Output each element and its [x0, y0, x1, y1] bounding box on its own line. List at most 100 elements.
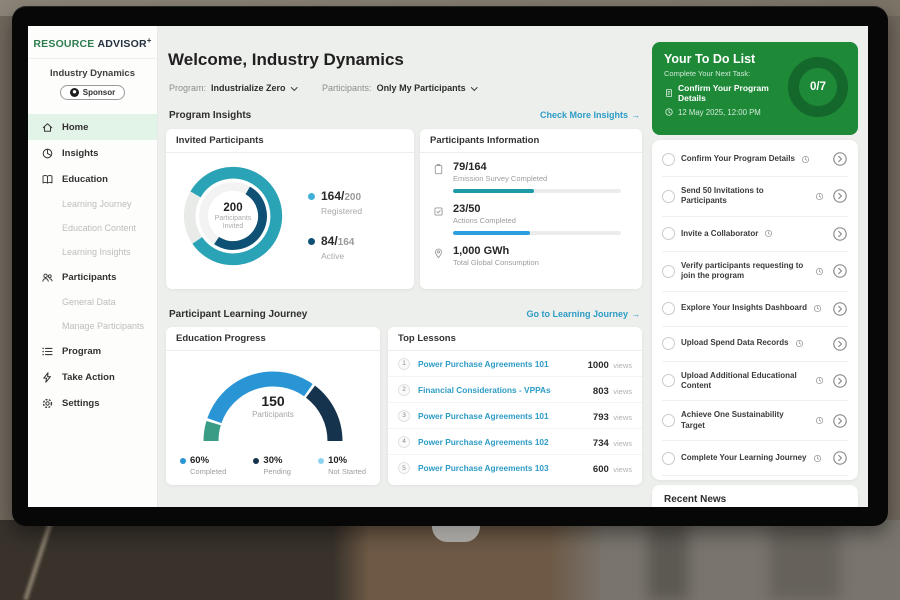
- task-chevron-button[interactable]: [832, 263, 848, 279]
- todo-next-task[interactable]: Confirm Your Program Details: [664, 83, 786, 103]
- task-checkbox[interactable]: [662, 190, 675, 203]
- clock-icon: [764, 229, 773, 238]
- task-chevron-button[interactable]: [832, 450, 848, 466]
- recent-news-title: Recent News: [664, 494, 726, 505]
- lesson-row: 5 Power Purchase Agreements 103 600 view…: [388, 455, 642, 481]
- todo-task-row[interactable]: Achieve One Sustainability Target: [662, 401, 848, 441]
- todo-task-row[interactable]: Explore Your Insights Dashboard: [662, 292, 848, 327]
- sidebar-item[interactable]: General Data: [28, 290, 157, 314]
- lesson-link[interactable]: Power Purchase Agreements 103: [418, 463, 593, 473]
- sidebar-item-label: Program: [62, 346, 101, 357]
- gauge-center-label: 150 Participants: [188, 393, 358, 419]
- sidebar-item[interactable]: Home: [28, 114, 157, 140]
- participants-information-card: Participants Information 79/164 Emission…: [420, 129, 642, 289]
- clock-icon: [813, 304, 822, 313]
- clock-icon: [815, 267, 824, 276]
- todo-progress-ring: 0/7: [788, 57, 848, 117]
- progress-bar: [453, 231, 621, 235]
- todo-task-row[interactable]: Complete Your Learning Journey: [662, 441, 848, 476]
- participants-dropdown[interactable]: Only My Participants: [377, 83, 477, 93]
- filter-bar: Program: Industrialize Zero Participants…: [169, 83, 476, 93]
- clock-icon: [664, 107, 674, 117]
- sidebar-item[interactable]: Manage Participants: [28, 314, 157, 338]
- arrow-right-icon: →: [631, 110, 640, 120]
- task-chevron-button[interactable]: [832, 301, 848, 317]
- organization-name: Industry Dynamics: [28, 68, 157, 79]
- lesson-row: 4 Power Purchase Agreements 102 734 view…: [388, 429, 642, 455]
- legend-dot: [308, 193, 315, 200]
- sidebar-item[interactable]: Program: [28, 338, 157, 364]
- donut-legend: 164/200 Registered 84/164 Active: [308, 187, 362, 261]
- sidebar-item[interactable]: Insights: [28, 140, 157, 166]
- todo-task-row[interactable]: Confirm Your Program Details: [662, 142, 848, 177]
- actions-icon: [432, 205, 445, 218]
- task-checkbox[interactable]: [662, 153, 675, 166]
- task-label: Invite a Collaborator: [681, 229, 758, 239]
- collapse-tasks-link[interactable]: Collapse Tasks: [662, 476, 848, 480]
- todo-task-row[interactable]: Verify participants requesting to join t…: [662, 252, 848, 292]
- task-chevron-button[interactable]: [832, 373, 848, 389]
- task-checkbox[interactable]: [662, 302, 675, 315]
- lesson-link[interactable]: Power Purchase Agreements 101: [418, 359, 588, 369]
- invited-donut-chart: 200 Participants Invited: [174, 157, 292, 275]
- task-chevron-button[interactable]: [832, 188, 848, 204]
- settings-icon: [41, 397, 54, 410]
- check-more-insights-link[interactable]: Check More Insights→: [540, 110, 640, 120]
- go-to-learning-journey-link[interactable]: Go to Learning Journey→: [526, 309, 640, 319]
- task-chevron-button[interactable]: [832, 226, 848, 242]
- logo-advisor: ADVISOR: [97, 38, 146, 50]
- program-dropdown[interactable]: Industrialize Zero: [211, 83, 296, 93]
- sidebar-item[interactable]: Take Action: [28, 364, 157, 390]
- todo-task-row[interactable]: Upload Spend Data Records: [662, 327, 848, 362]
- task-label: Complete Your Learning Journey: [681, 453, 807, 463]
- legend-dot: [318, 458, 324, 464]
- task-checkbox[interactable]: [662, 337, 675, 350]
- chevron-down-icon: [471, 84, 477, 90]
- sponsor-icon: [70, 88, 79, 97]
- lesson-link[interactable]: Financial Considerations - VPPAs: [418, 385, 593, 395]
- sidebar-item-label: Participants: [62, 272, 116, 283]
- task-checkbox[interactable]: [662, 265, 675, 278]
- lessons-card-title: Top Lessons: [388, 327, 642, 351]
- task-chevron-button[interactable]: [832, 151, 848, 167]
- invited-participants-card: Invited Participants 200 Participants In…: [166, 129, 414, 289]
- sidebar-item[interactable]: Education Content: [28, 216, 157, 240]
- lesson-link[interactable]: Power Purchase Agreements 102: [418, 437, 593, 447]
- sidebar-item[interactable]: Participants: [28, 264, 157, 290]
- sidebar-item[interactable]: Settings: [28, 390, 157, 416]
- info-stat-row: 79/164 Emission Survey Completed: [432, 161, 630, 193]
- lesson-rank-badge: 1: [398, 358, 410, 370]
- task-label: Confirm Your Program Details: [681, 154, 795, 164]
- sponsor-badge: Sponsor: [60, 85, 125, 100]
- todo-task-row[interactable]: Upload Additional Educational Content: [662, 362, 848, 402]
- todo-task-row[interactable]: Send 50 Invitations to Participants: [662, 177, 848, 217]
- sidebar-item[interactable]: Learning Insights: [28, 240, 157, 264]
- survey-icon: [432, 163, 445, 176]
- task-checkbox[interactable]: [662, 374, 675, 387]
- lessons-list: 1 Power Purchase Agreements 101 1000 vie…: [388, 351, 642, 481]
- task-label: Explore Your Insights Dashboard: [681, 303, 807, 313]
- task-checkbox[interactable]: [662, 414, 675, 427]
- program-icon: [41, 345, 54, 358]
- sidebar-item-label: Take Action: [62, 372, 115, 383]
- participants-filter-label: Participants:: [322, 83, 372, 93]
- task-chevron-button[interactable]: [832, 413, 848, 429]
- todo-tasks-list: Confirm Your Program Details Send 50 Inv…: [662, 142, 848, 476]
- learning-journey-section-title: Participant Learning Journey: [169, 309, 307, 320]
- task-checkbox[interactable]: [662, 227, 675, 240]
- program-insights-section-title: Program Insights: [169, 110, 251, 121]
- top-lessons-card: Top Lessons 1 Power Purchase Agreements …: [388, 327, 642, 485]
- education-legend: 60% Completed 30% Pending 10% Not Starte…: [166, 455, 380, 476]
- participants-filter: Participants: Only My Participants: [322, 83, 476, 93]
- task-label: Upload Additional Educational Content: [681, 371, 809, 392]
- sidebar-item[interactable]: Education: [28, 166, 157, 192]
- arrow-right-icon: →: [631, 309, 640, 319]
- progress-bar: [453, 189, 621, 193]
- task-label: Achieve One Sustainability Target: [681, 410, 809, 431]
- task-chevron-button[interactable]: [832, 336, 848, 352]
- lesson-rank-badge: 4: [398, 436, 410, 448]
- lesson-link[interactable]: Power Purchase Agreements 101: [418, 411, 593, 421]
- task-checkbox[interactable]: [662, 452, 675, 465]
- sidebar-item[interactable]: Learning Journey: [28, 192, 157, 216]
- todo-task-row[interactable]: Invite a Collaborator: [662, 217, 848, 252]
